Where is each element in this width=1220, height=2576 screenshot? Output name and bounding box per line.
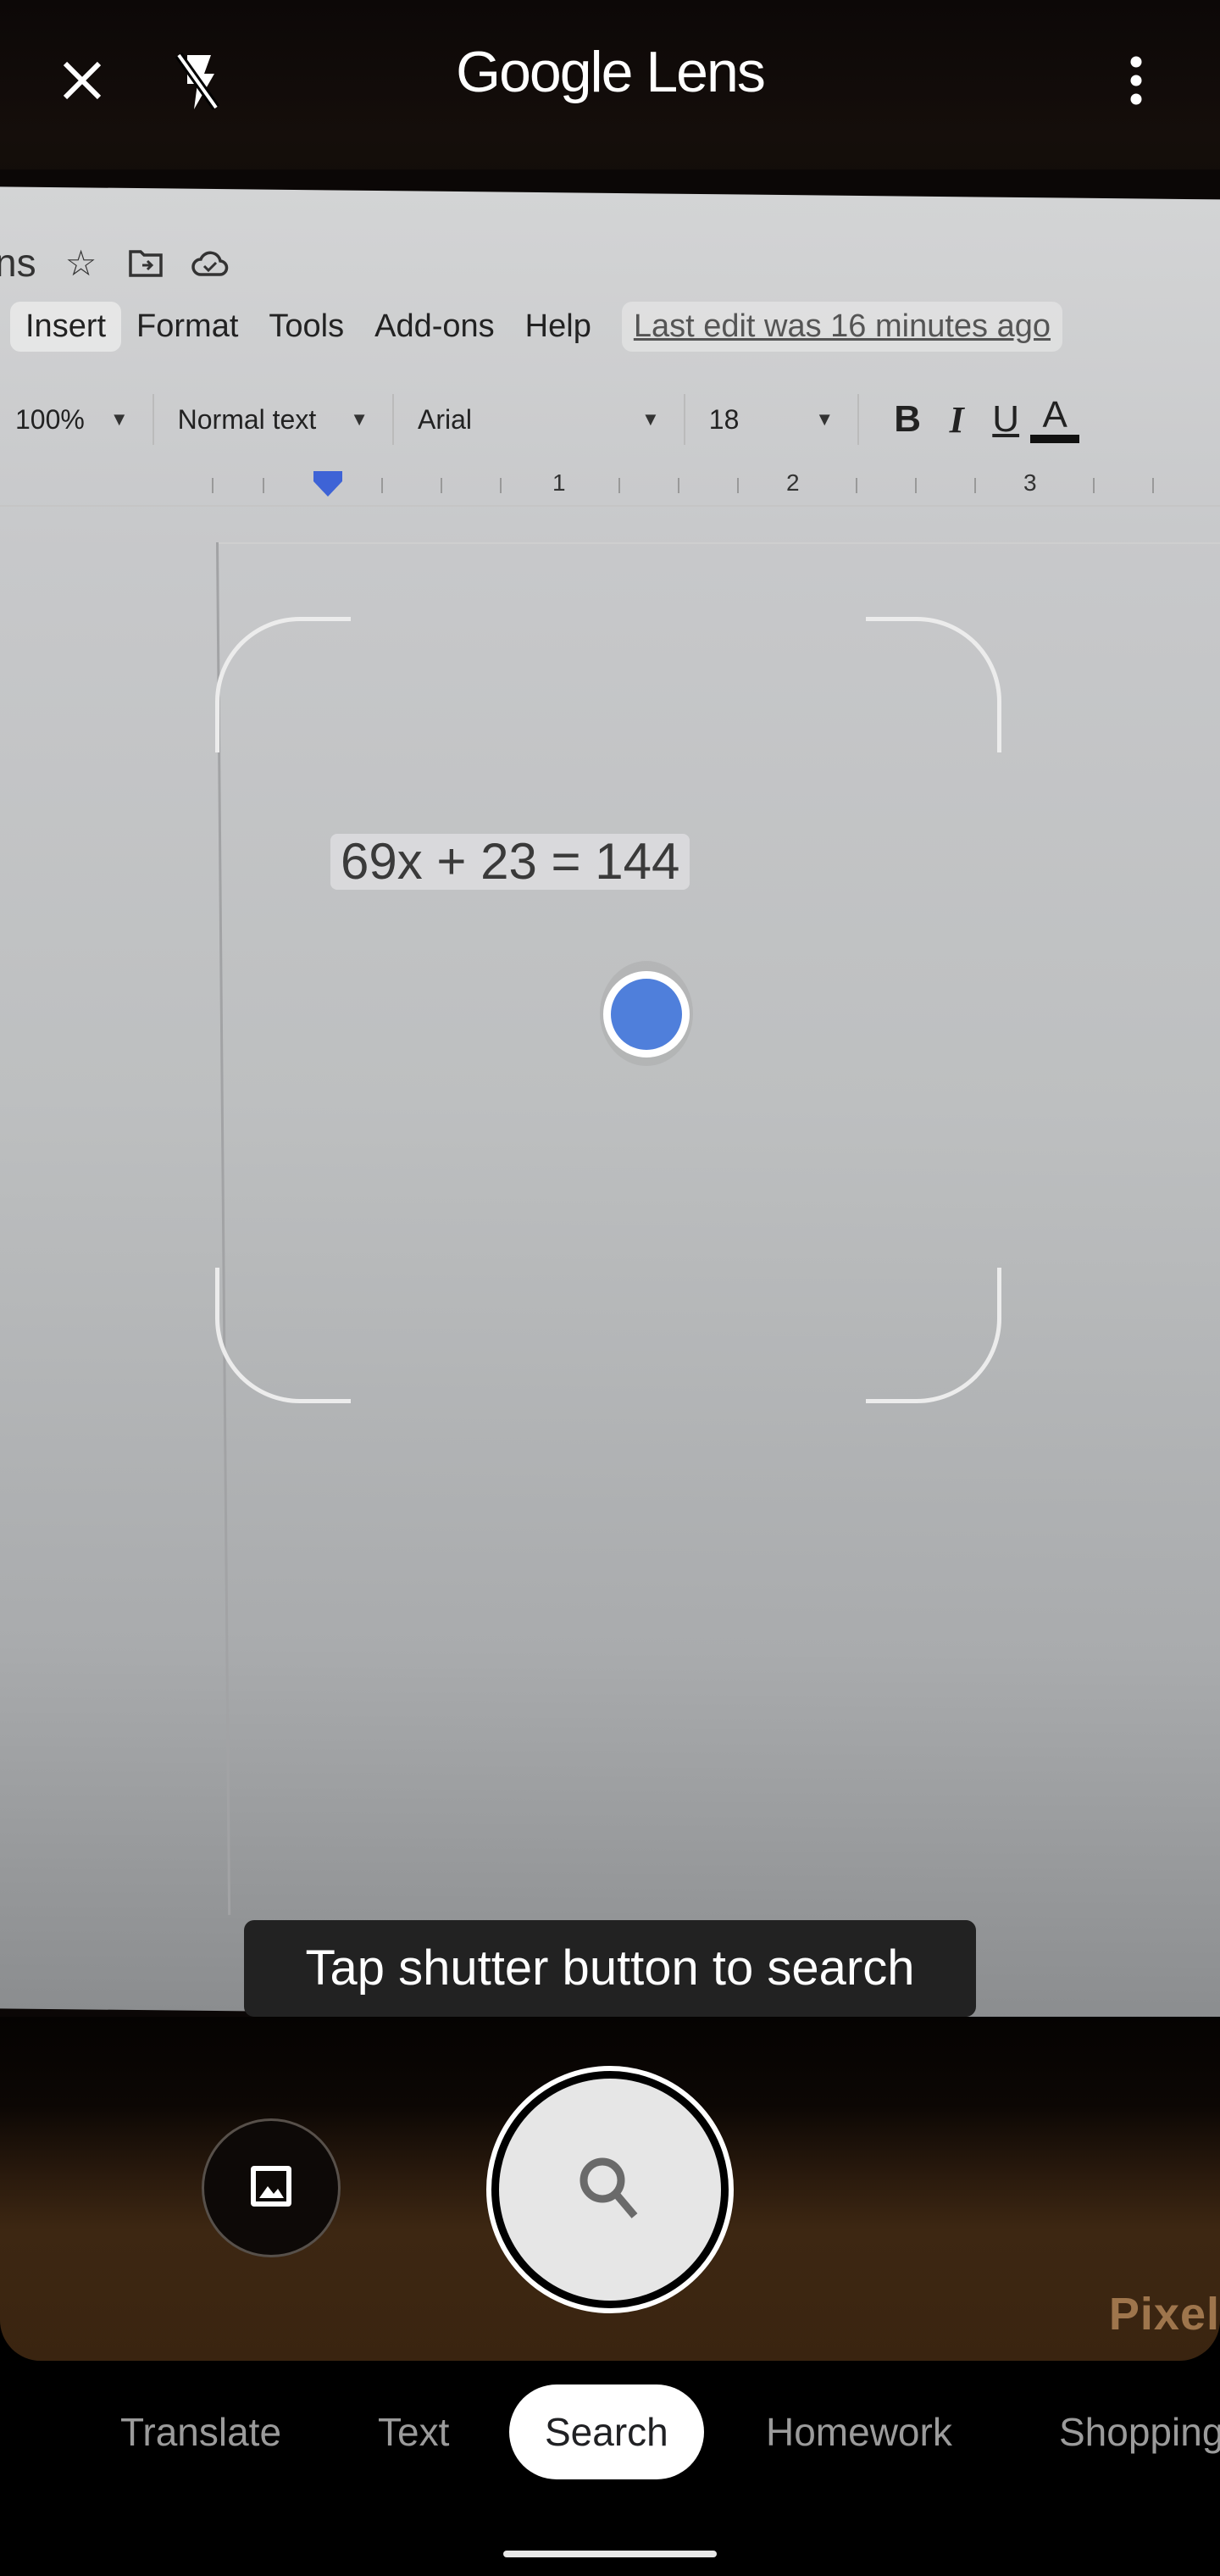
doc-title-fragment: ns xyxy=(0,241,36,285)
bold-icon: B xyxy=(894,398,922,440)
app-title-lens: Lens xyxy=(646,40,765,104)
underline-icon: U xyxy=(992,398,1020,440)
style-select: Normal text ▼ xyxy=(178,394,394,445)
caret-down-icon: ▼ xyxy=(109,408,129,430)
zoom-select: 100% ▼ xyxy=(15,394,154,445)
star-icon: ☆ xyxy=(64,242,97,283)
font-value: Arial xyxy=(418,403,473,435)
caret-down-icon: ▼ xyxy=(641,408,660,430)
text-color-icon: A xyxy=(1030,396,1080,443)
docs-toolbar: 100% ▼ Normal text ▼ Arial ▼ 18 ▼ B I U … xyxy=(15,390,1080,449)
tab-text[interactable]: Text xyxy=(378,2384,449,2479)
menu-tools: Tools xyxy=(269,308,345,344)
tab-search[interactable]: Search xyxy=(509,2384,704,2479)
move-to-folder-icon xyxy=(126,243,165,282)
more-options-button[interactable] xyxy=(1098,44,1174,120)
camera-viewfinder[interactable]: ns ☆ Insert Format Tools Add-ons Help La… xyxy=(0,0,1220,2361)
tab-shopping[interactable]: Shopping xyxy=(1059,2384,1220,2479)
font-size-select: 18 ▼ xyxy=(708,394,860,445)
shutter-inner xyxy=(499,2079,721,2301)
menu-format: Format xyxy=(136,308,239,344)
app-title-google: Google xyxy=(456,40,633,104)
italic-icon: I xyxy=(949,398,964,441)
gallery-image-icon xyxy=(248,2163,294,2213)
font-select: Arial ▼ xyxy=(418,394,685,445)
hint-toast: Tap shutter button to search xyxy=(244,1920,976,2017)
gallery-button[interactable] xyxy=(202,2118,341,2257)
tab-homework[interactable]: Homework xyxy=(766,2384,952,2479)
more-vertical-icon xyxy=(1128,55,1145,110)
mode-tabs: Translate Text Search Homework Shopping xyxy=(0,2384,1220,2479)
device-label: Pixel xyxy=(1108,2289,1220,2340)
shutter-button[interactable] xyxy=(486,2066,734,2313)
docs-ruler: 1 2 3 xyxy=(0,464,1220,507)
page-edge-top xyxy=(217,542,1220,544)
doc-title-row: ns ☆ xyxy=(0,237,230,288)
detected-equation-text[interactable]: 69x + 23 = 144 xyxy=(330,834,690,890)
caret-down-icon: ▼ xyxy=(815,408,835,430)
home-indicator[interactable] xyxy=(503,2551,717,2557)
captured-screen xyxy=(0,186,1220,2022)
search-icon xyxy=(572,2150,648,2230)
top-bar: Google Lens xyxy=(0,0,1220,169)
docs-menu-bar: Insert Format Tools Add-ons Help Last ed… xyxy=(10,297,1063,356)
app-title: Google Lens xyxy=(0,39,1220,105)
indent-marker-icon xyxy=(313,471,342,497)
ruler-number: 2 xyxy=(786,469,800,496)
cloud-saved-icon xyxy=(191,243,230,282)
menu-help: Help xyxy=(524,308,591,344)
caret-down-icon: ▼ xyxy=(350,408,369,430)
last-edit-status: Last edit was 16 minutes ago xyxy=(621,301,1063,352)
menu-add-ons: Add-ons xyxy=(374,308,495,344)
menu-insert: Insert xyxy=(10,301,122,352)
ruler-number: 1 xyxy=(552,469,566,496)
font-size-value: 18 xyxy=(708,403,740,435)
zoom-value: 100% xyxy=(15,403,85,435)
style-value: Normal text xyxy=(177,403,317,435)
ruler-number: 3 xyxy=(1023,469,1037,496)
focus-indicator-dot xyxy=(603,971,690,1058)
tab-translate[interactable]: Translate xyxy=(120,2384,281,2479)
